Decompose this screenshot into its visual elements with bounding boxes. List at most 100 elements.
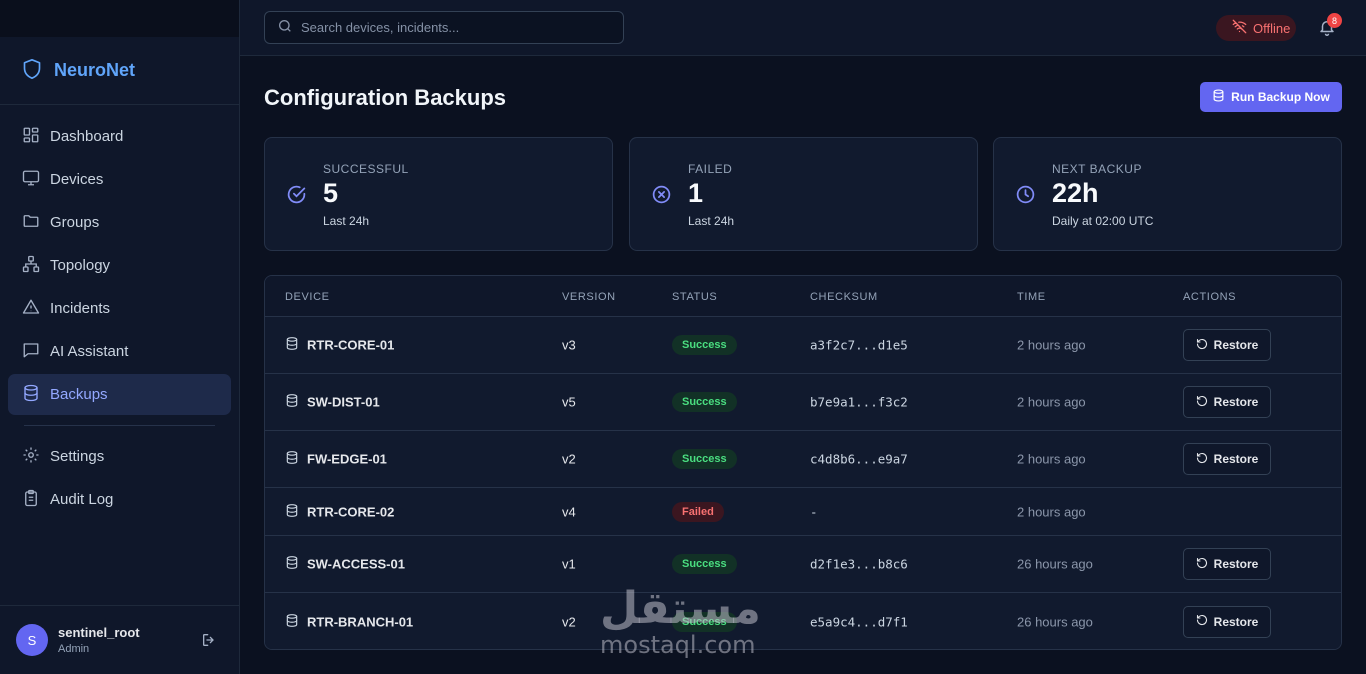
device-cell: RTR-CORE-01 xyxy=(285,337,394,354)
restore-button[interactable]: Restore xyxy=(1183,443,1271,475)
brand[interactable]: NeuroNet xyxy=(0,37,239,105)
stat-label: NEXT BACKUP xyxy=(1052,162,1142,176)
sidebar-item-devices[interactable]: Devices xyxy=(8,159,231,200)
rotate-ccw-icon xyxy=(1196,338,1214,353)
sidebar-item-label: AI Assistant xyxy=(50,343,129,360)
stat-label: FAILED xyxy=(688,162,733,176)
table-header: DEVICE VERSION STATUS CHECKSUM TIME ACTI… xyxy=(265,276,1341,317)
avatar[interactable]: S xyxy=(16,624,48,656)
device-cell: SW-ACCESS-01 xyxy=(285,556,405,573)
sidebar-item-label: Topology xyxy=(50,257,111,274)
user-box: S sentinel_root Admin xyxy=(0,605,239,674)
sidebar-item-groups[interactable]: Groups xyxy=(8,202,231,243)
x-circle-icon xyxy=(651,184,672,205)
time-cell: 2 hours ago xyxy=(1017,504,1086,519)
restore-button[interactable]: Restore xyxy=(1183,386,1271,418)
time-cell: 26 hours ago xyxy=(1017,556,1093,572)
sidebar-top-strip xyxy=(0,0,239,37)
stats-cards: SUCCESSFUL 5 Last 24h FAILED 1 Last 24h … xyxy=(264,137,1342,251)
database-icon xyxy=(285,451,307,468)
status-badge: Failed xyxy=(672,501,724,522)
sidebar-item-label: Devices xyxy=(50,171,104,188)
device-cell: SW-DIST-01 xyxy=(285,394,380,411)
stat-sub: Last 24h xyxy=(323,214,370,228)
version-cell: v3 xyxy=(562,337,576,353)
table-row: RTR-CORE-01 v3 Success a3f2c7...d1e5 2 h… xyxy=(265,317,1341,374)
restore-label: Restore xyxy=(1213,614,1259,629)
sidebar-item-backups[interactable]: Backups xyxy=(8,374,231,415)
rotate-ccw-icon xyxy=(1196,452,1214,467)
user-role: Admin xyxy=(58,643,90,655)
nav-divider xyxy=(24,425,215,426)
checksum-cell: a3f2c7...d1e5 xyxy=(810,337,908,353)
chat-icon xyxy=(22,341,40,363)
sidebar-item-incidents[interactable]: Incidents xyxy=(8,288,231,329)
stat-label: SUCCESSFUL xyxy=(323,162,409,176)
device-cell: RTR-CORE-02 xyxy=(285,503,394,520)
column-header-checksum: CHECKSUM xyxy=(810,291,878,303)
clock-icon xyxy=(1015,184,1036,205)
sidebar-item-label: Backups xyxy=(50,386,108,403)
user-meta: sentinel_root Admin xyxy=(58,625,140,655)
search-input[interactable] xyxy=(301,20,601,35)
sidebar-item-label: Incidents xyxy=(50,300,111,317)
sidebar-item-audit-log[interactable]: Audit Log xyxy=(8,479,231,520)
table-row: SW-ACCESS-01 v1 Success d2f1e3...b8c6 26… xyxy=(265,536,1341,593)
device-name: FW-EDGE-01 xyxy=(307,451,387,467)
rotate-ccw-icon xyxy=(1196,395,1214,410)
sidebar-item-ai-assistant[interactable]: AI Assistant xyxy=(8,331,231,372)
device-cell: RTR-BRANCH-01 xyxy=(285,613,413,630)
folder-icon xyxy=(22,212,40,234)
sidebar-item-topology[interactable]: Topology xyxy=(8,245,231,286)
column-header-status: STATUS xyxy=(672,291,718,303)
version-cell: v5 xyxy=(562,394,576,410)
restore-label: Restore xyxy=(1213,452,1259,466)
device-name: SW-DIST-01 xyxy=(307,394,380,410)
restore-button[interactable]: Restore xyxy=(1183,548,1271,580)
device-name: RTR-CORE-01 xyxy=(307,337,395,353)
stat-card-failed: FAILED 1 Last 24h xyxy=(629,137,978,251)
status-badge: Success xyxy=(672,392,737,412)
column-header-version: VERSION xyxy=(562,291,616,303)
database-icon xyxy=(285,556,307,573)
run-backup-button[interactable]: Run Backup Now xyxy=(1200,82,1342,112)
sidebar-item-label: Dashboard xyxy=(50,128,124,145)
alert-triangle-icon xyxy=(22,298,40,320)
monitor-icon xyxy=(22,169,40,191)
rotate-ccw-icon xyxy=(1196,557,1214,572)
time-cell: 26 hours ago xyxy=(1017,614,1093,629)
sidebar-item-settings[interactable]: Settings xyxy=(8,436,231,477)
checksum-cell: c4d8b6...e9a7 xyxy=(810,451,908,467)
sidebar-item-dashboard[interactable]: Dashboard xyxy=(8,116,231,157)
status-badge: Success xyxy=(672,335,737,355)
page-title: Configuration Backups xyxy=(264,85,507,110)
time-cell: 2 hours ago xyxy=(1017,337,1086,353)
device-name: SW-ACCESS-01 xyxy=(307,556,405,572)
user-name: sentinel_root xyxy=(58,625,140,640)
sidebar: NeuroNet Dashboard Devices Groups Topolo… xyxy=(0,0,240,674)
status-badge: Success xyxy=(672,449,737,469)
shield-icon xyxy=(22,58,42,83)
checksum-cell: e5a9c4...d7f1 xyxy=(810,614,908,629)
stat-value: 22h xyxy=(1052,178,1099,208)
logout-icon[interactable] xyxy=(201,632,217,648)
database-icon xyxy=(285,394,307,411)
clipboard-icon xyxy=(22,489,40,511)
connection-status-label: Offline xyxy=(1253,20,1291,36)
device-cell: FW-EDGE-01 xyxy=(285,451,387,468)
sidebar-item-label: Settings xyxy=(50,448,105,465)
sidebar-nav: Dashboard Devices Groups Topology Incide… xyxy=(0,105,239,520)
stat-card-next-backup: NEXT BACKUP 22h Daily at 02:00 UTC xyxy=(993,137,1342,251)
rotate-ccw-icon xyxy=(1196,614,1214,629)
table-row: SW-DIST-01 v5 Success b7e9a1...f3c2 2 ho… xyxy=(265,374,1341,431)
stat-card-successful: SUCCESSFUL 5 Last 24h xyxy=(264,137,613,251)
gear-icon xyxy=(22,446,40,468)
column-header-device: DEVICE xyxy=(285,291,330,303)
notification-badge: 8 xyxy=(1327,13,1342,28)
restore-button[interactable]: Restore xyxy=(1183,329,1271,361)
restore-label: Restore xyxy=(1213,557,1259,571)
search-box[interactable] xyxy=(264,11,624,44)
restore-button[interactable]: Restore xyxy=(1183,605,1271,638)
database-icon xyxy=(285,337,307,354)
database-icon xyxy=(285,613,307,630)
